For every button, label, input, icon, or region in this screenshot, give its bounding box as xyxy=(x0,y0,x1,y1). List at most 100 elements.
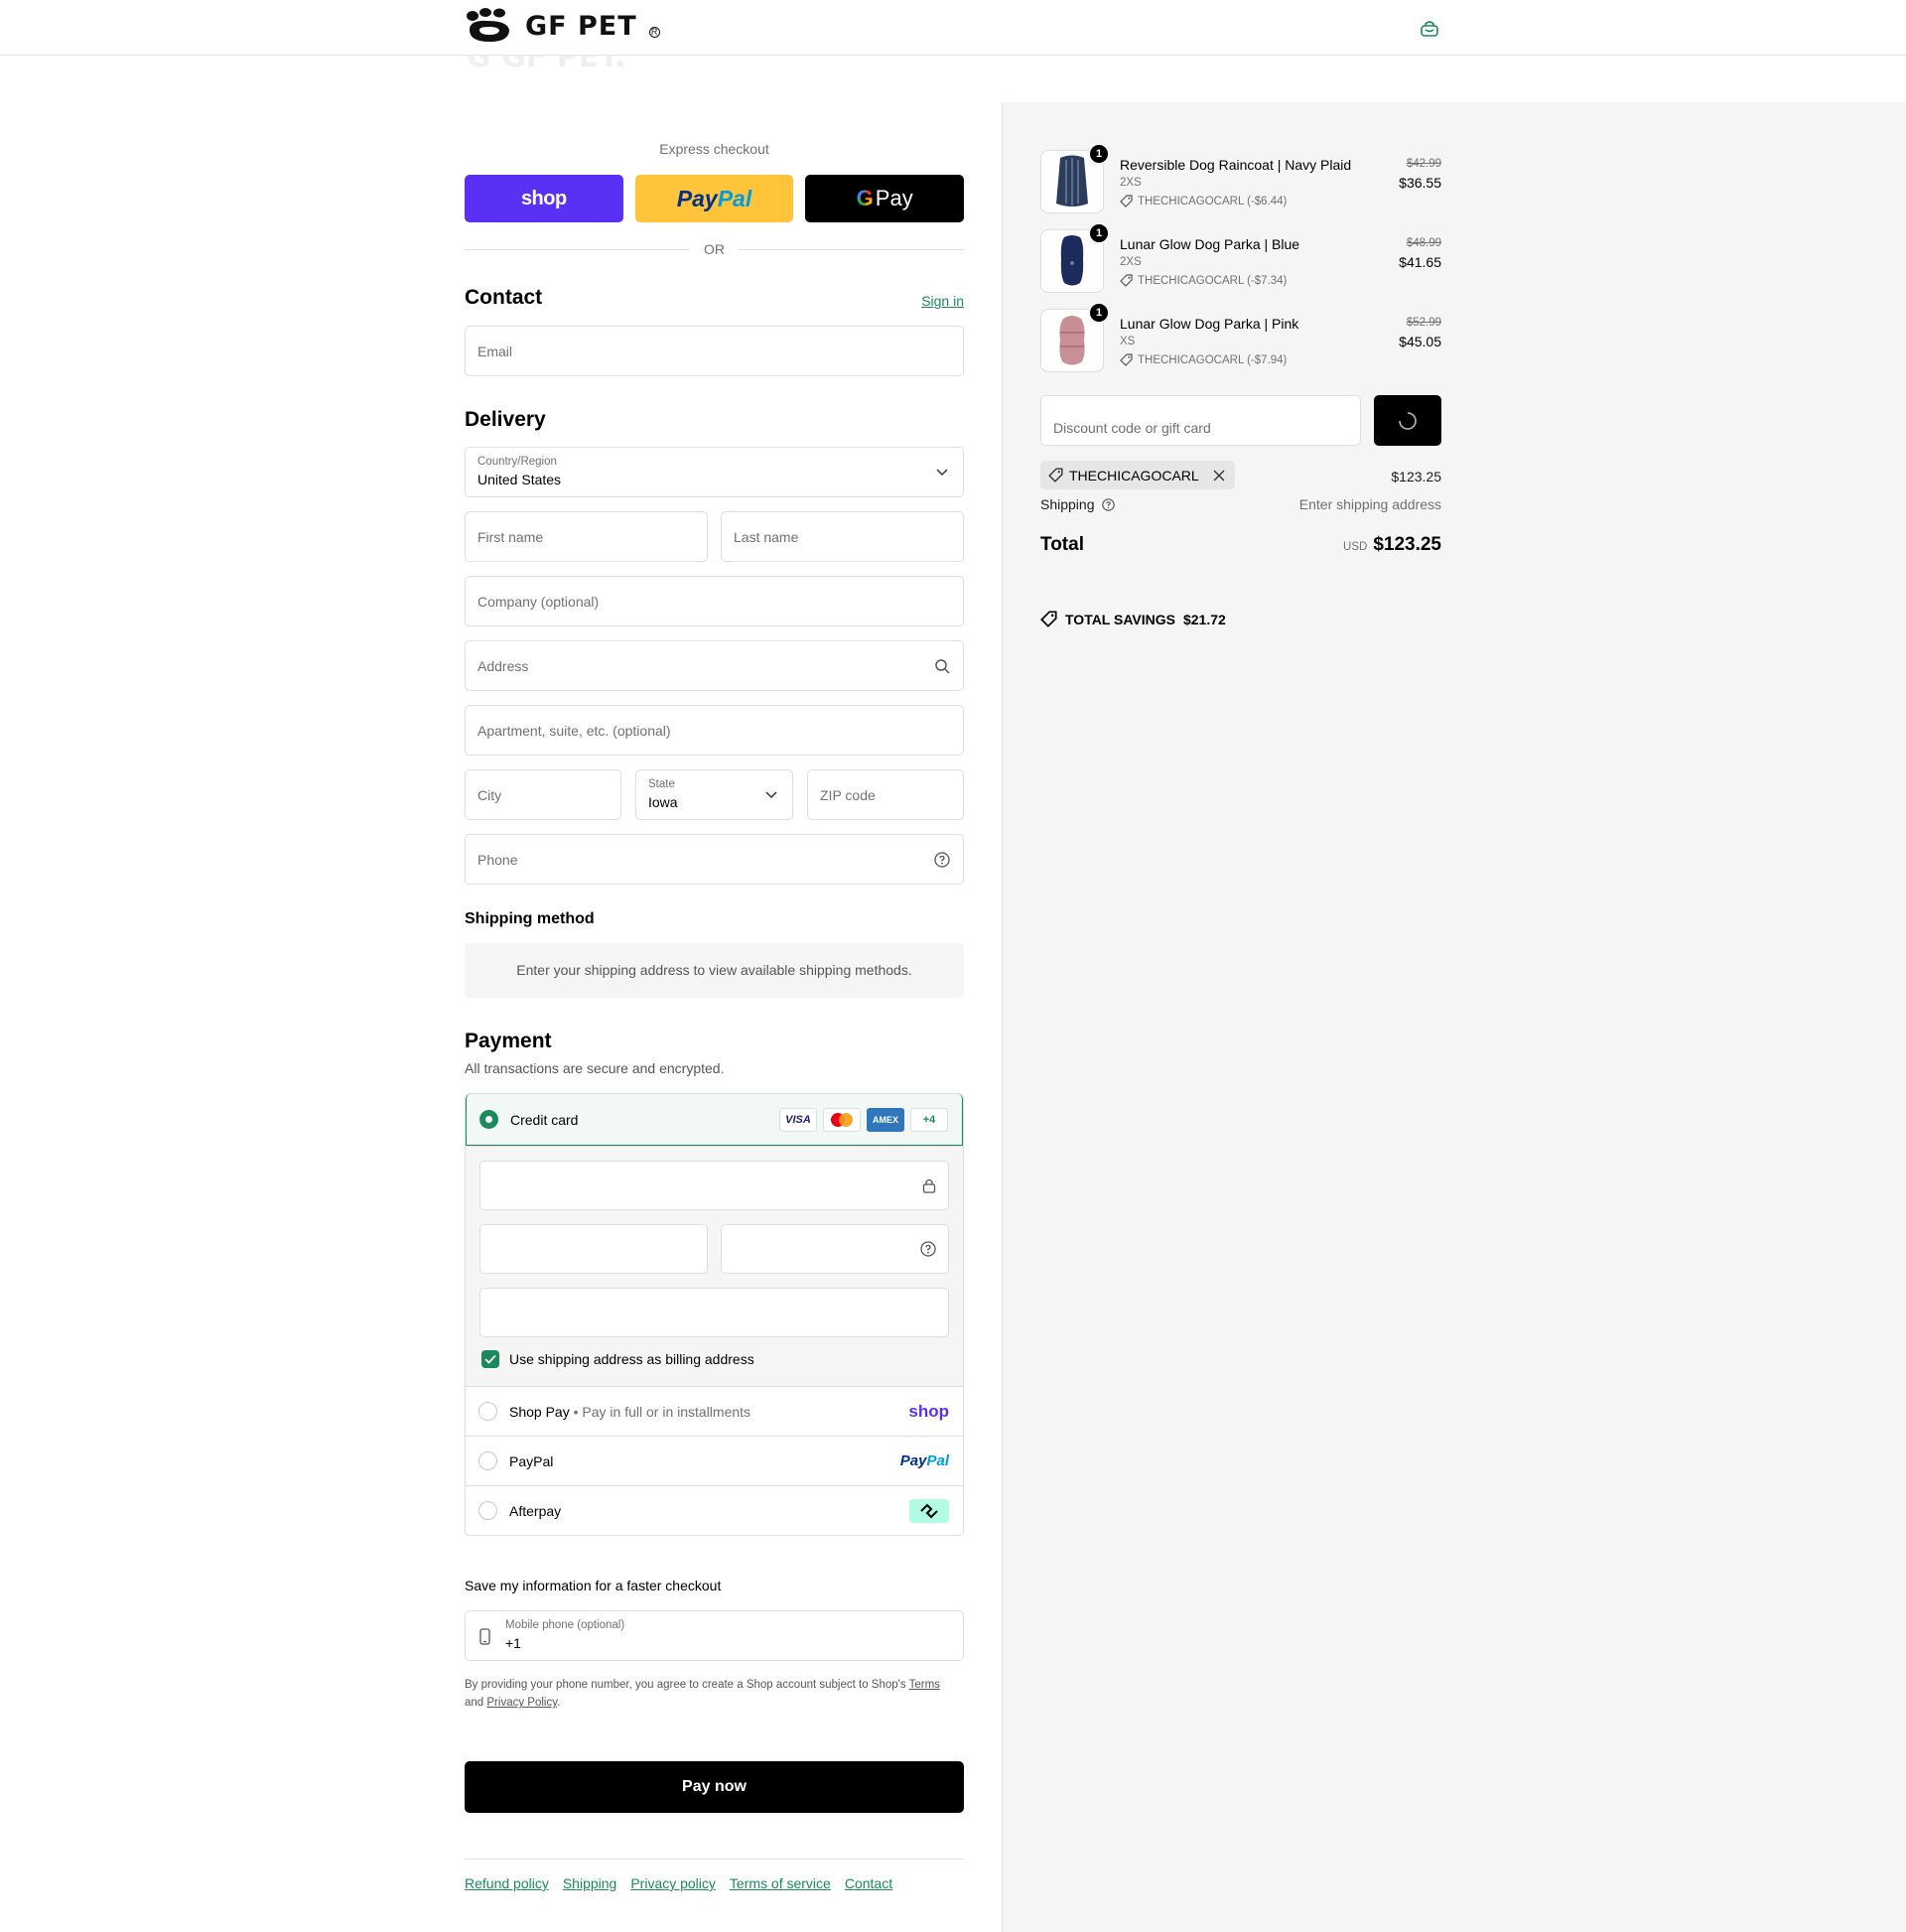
more-cards-badge[interactable]: +4 xyxy=(910,1108,948,1132)
address-placeholder: Address xyxy=(477,658,529,674)
payment-option-credit-card[interactable]: Credit card VISA AMEX +4 xyxy=(466,1094,963,1146)
cart-item: 1 Lunar Glow Dog Parka | Pink XS THECHIC… xyxy=(1040,302,1441,372)
paw-logo-icon xyxy=(467,8,509,42)
email-placeholder: Email xyxy=(477,344,513,359)
order-summary-panel xyxy=(1002,102,1906,1932)
footer-link-shipping[interactable]: Shipping xyxy=(563,1875,617,1891)
footer-divider xyxy=(465,1859,964,1860)
state-select[interactable]: State Iowa xyxy=(635,769,793,820)
mobile-phone-label: Mobile phone (optional) xyxy=(505,1619,625,1631)
mobile-phone-field[interactable]: Mobile phone (optional) +1 xyxy=(465,1610,964,1661)
payment-option-shop-pay[interactable]: Shop Pay • Pay in full or in installment… xyxy=(466,1386,963,1436)
discount-code-placeholder: Discount code or gift card xyxy=(1053,420,1211,436)
shop-pay-button[interactable]: shop xyxy=(465,175,623,222)
apply-discount-button[interactable] xyxy=(1374,395,1441,446)
dog-raincoat-icon xyxy=(1056,155,1088,207)
footer-link-contact[interactable]: Contact xyxy=(845,1875,892,1891)
item-name: Reversible Dog Raincoat | Navy Plaid xyxy=(1120,157,1352,173)
legal-text-main: By providing your phone number, you agre… xyxy=(465,1679,906,1691)
item-original-price: $52.99 xyxy=(1406,317,1441,329)
item-original-price: $42.99 xyxy=(1406,158,1441,170)
apartment-placeholder: Apartment, suite, etc. (optional) xyxy=(477,723,671,739)
radio-unselected[interactable] xyxy=(478,1451,497,1470)
item-price: $41.65 xyxy=(1399,254,1441,270)
shipping-label: Shipping xyxy=(1040,496,1095,512)
shop-logo-icon: shop xyxy=(908,1401,949,1421)
delivery-title: Delivery xyxy=(465,408,546,431)
radio-selected[interactable] xyxy=(479,1110,498,1129)
credit-card-label: Credit card xyxy=(510,1111,579,1128)
payment-methods: Credit card VISA AMEX +4 Use shipping ad… xyxy=(465,1093,964,1536)
paypal-button[interactable]: Pay Pal xyxy=(634,175,794,222)
total-savings-value: $21.72 xyxy=(1182,611,1226,627)
email-field[interactable]: Email xyxy=(465,326,964,376)
company-placeholder: Company (optional) xyxy=(477,594,600,610)
radio-unselected[interactable] xyxy=(478,1402,497,1421)
zip-field[interactable]: ZIP code xyxy=(807,769,964,820)
afterpay-label: Afterpay xyxy=(509,1502,562,1519)
item-variant: XS xyxy=(1120,336,1136,347)
amex-icon: AMEX xyxy=(867,1108,904,1132)
footer-link-privacy-policy[interactable]: Privacy policy xyxy=(630,1875,716,1891)
privacy-policy-link[interactable]: Privacy Policy xyxy=(486,1697,557,1709)
shop-pay-description: Pay in full or in installments xyxy=(582,1403,751,1420)
card-cvv-field[interactable] xyxy=(721,1224,949,1274)
legal-text-and: and xyxy=(465,1697,484,1709)
footer-link-terms-of-service[interactable]: Terms of service xyxy=(730,1875,831,1891)
or-text: OR xyxy=(704,241,725,257)
checkbox-checked[interactable] xyxy=(481,1350,499,1368)
card-brand-icons: VISA AMEX +4 xyxy=(779,1108,948,1132)
total-savings: TOTAL SAVINGS $21.72 xyxy=(1040,611,1226,627)
applied-discount-code: THECHICAGOCARL xyxy=(1069,467,1199,483)
city-placeholder: City xyxy=(477,787,502,803)
first-name-field[interactable]: First name xyxy=(465,511,708,562)
company-field[interactable]: Company (optional) xyxy=(465,576,964,626)
pay-now-button[interactable]: Pay now xyxy=(465,1761,964,1813)
card-expiry-field[interactable] xyxy=(479,1224,708,1274)
card-name-field[interactable] xyxy=(479,1288,949,1337)
sign-in-link[interactable]: Sign in xyxy=(921,293,964,309)
item-price: $36.55 xyxy=(1399,175,1441,191)
footer-link-refund-policy[interactable]: Refund policy xyxy=(465,1875,549,1891)
mobile-phone-icon xyxy=(479,1628,490,1649)
tag-icon xyxy=(1120,353,1133,366)
apartment-field[interactable]: Apartment, suite, etc. (optional) xyxy=(465,705,964,756)
tag-icon xyxy=(1120,274,1133,287)
city-field[interactable]: City xyxy=(465,769,621,820)
subtotal-value: $123.25 xyxy=(1391,469,1441,484)
help-icon[interactable] xyxy=(1102,498,1116,511)
shop-pay-label: Shop Pay xyxy=(509,1403,570,1420)
discount-code-input[interactable]: Discount code or gift card xyxy=(1040,395,1361,446)
address-field[interactable]: Address xyxy=(465,640,964,691)
phone-field[interactable]: Phone xyxy=(465,834,964,885)
visa-icon: VISA xyxy=(779,1108,817,1132)
applied-discount-chip: THECHICAGOCARL xyxy=(1040,461,1235,489)
terms-link[interactable]: Terms xyxy=(909,1679,940,1691)
zip-placeholder: ZIP code xyxy=(820,787,876,803)
quantity-badge: 1 xyxy=(1088,302,1110,324)
card-details-form: Use shipping address as billing address xyxy=(466,1146,963,1386)
google-pay-button[interactable]: G Pay xyxy=(805,175,965,222)
divider-line xyxy=(465,248,690,250)
paypal-logo-b: Pal xyxy=(926,1452,949,1469)
legal-text-end: . xyxy=(557,1697,561,1709)
billing-address-checkbox-row[interactable]: Use shipping address as billing address xyxy=(481,1350,754,1368)
radio-unselected[interactable] xyxy=(478,1501,497,1520)
help-icon[interactable] xyxy=(920,1241,936,1261)
payment-option-afterpay[interactable]: Afterpay xyxy=(466,1485,963,1535)
tag-icon xyxy=(1120,195,1133,207)
first-name-placeholder: First name xyxy=(477,529,544,545)
contact-title: Contact xyxy=(465,286,543,309)
tag-icon xyxy=(1048,468,1063,483)
shopping-bag-icon[interactable] xyxy=(1420,20,1439,38)
card-number-field[interactable] xyxy=(479,1161,949,1210)
cart-item: 1 Reversible Dog Raincoat | Navy Plaid 2… xyxy=(1040,143,1441,213)
payment-option-paypal[interactable]: PayPal PayPal xyxy=(466,1436,963,1485)
shipping-row: Shipping Enter shipping address xyxy=(1040,496,1441,512)
item-discount-text: THECHICAGOCARL (-$7.94) xyxy=(1138,353,1288,366)
help-icon[interactable] xyxy=(933,851,951,869)
country-select[interactable]: Country/Region United States xyxy=(465,447,964,497)
brand-logo[interactable]: GF PET R xyxy=(464,8,660,44)
close-icon[interactable] xyxy=(1213,470,1225,482)
last-name-field[interactable]: Last name xyxy=(721,511,964,562)
